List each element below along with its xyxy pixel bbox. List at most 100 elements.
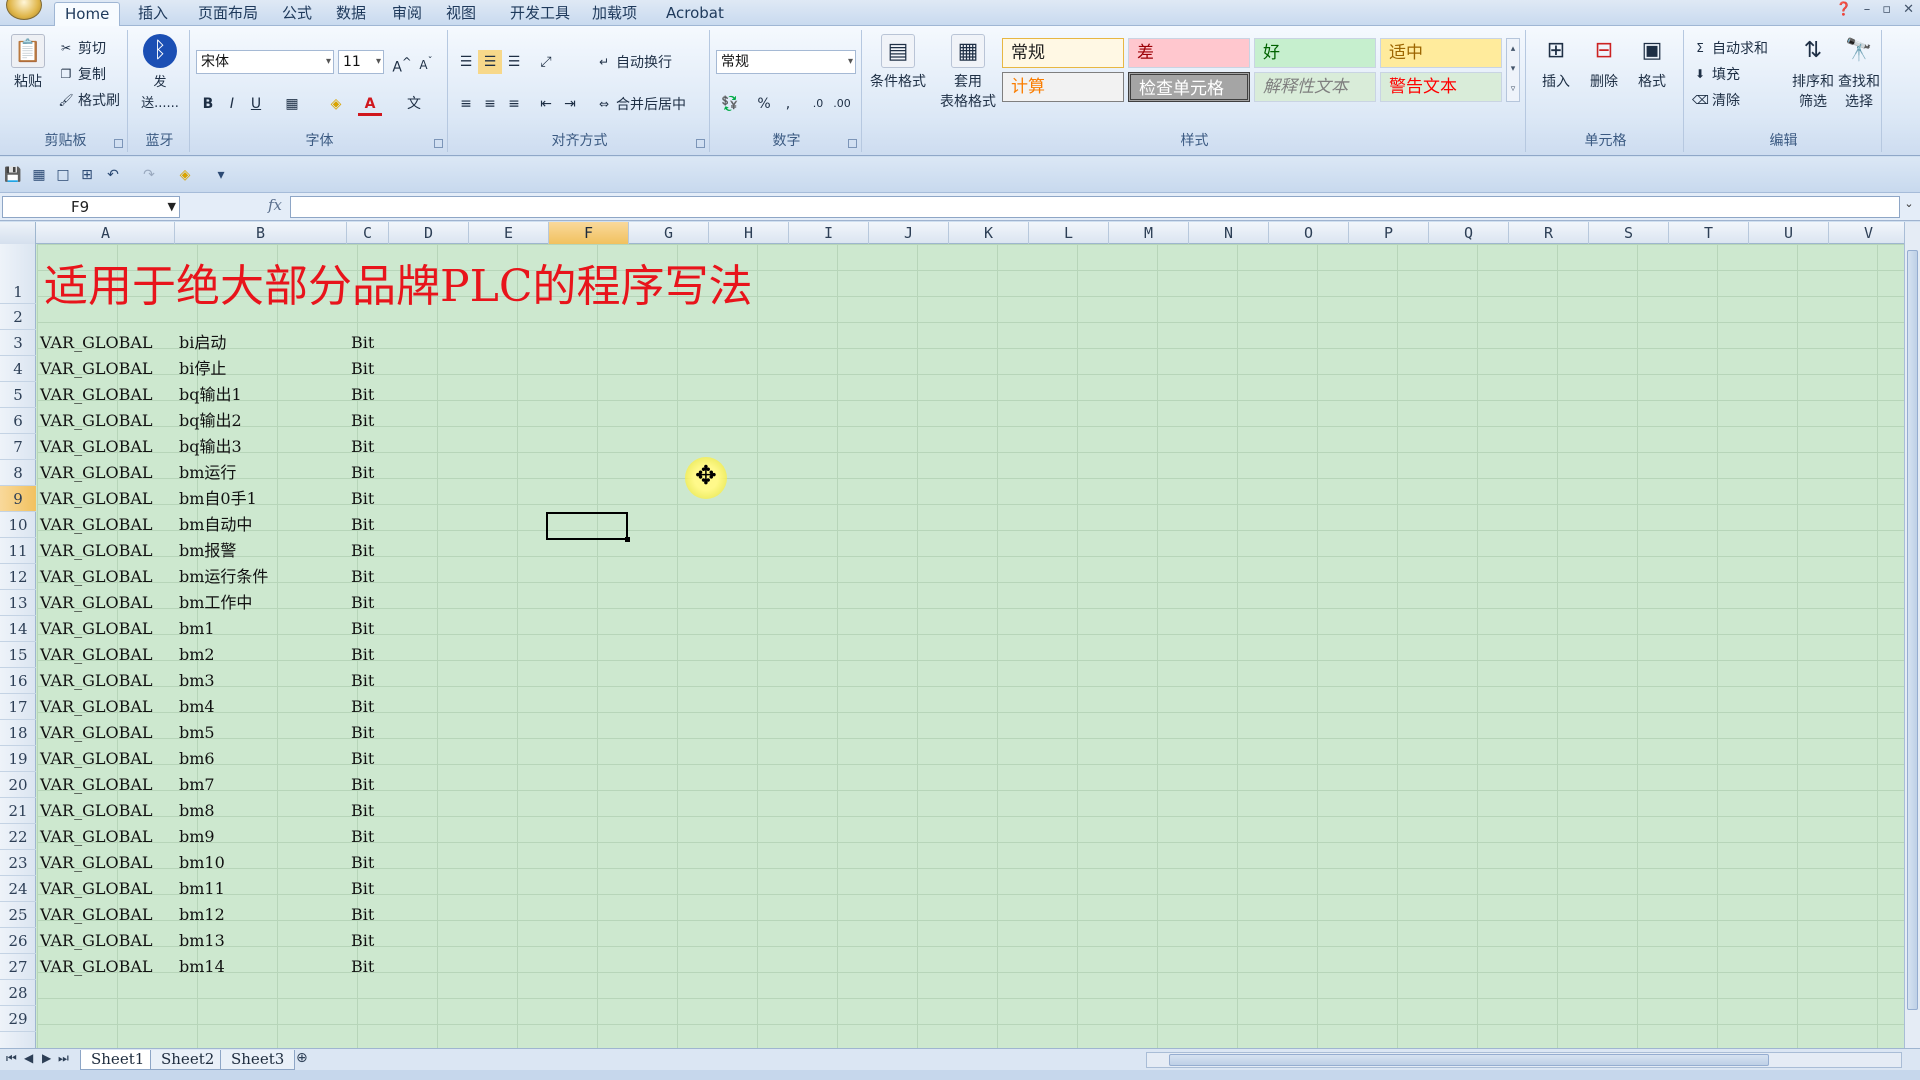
decrease-decimal-icon[interactable]: .00 [830, 92, 854, 116]
cell-b-row-24[interactable]: bm11 [179, 876, 225, 902]
column-header-v[interactable]: V [1829, 222, 1904, 244]
font-color-icon[interactable]: A [358, 92, 382, 116]
phonetic-icon[interactable]: 文 [402, 92, 426, 116]
fill-color-icon[interactable]: ◈ [324, 92, 348, 116]
number-launcher[interactable] [848, 139, 857, 148]
align-right-icon[interactable]: ≡ [502, 92, 526, 116]
cell-b-row-9[interactable]: bm自0手1 [179, 486, 257, 512]
align-center-icon[interactable]: ≡ [478, 92, 502, 116]
style-calculation[interactable]: 计算 [1002, 72, 1124, 102]
cell-b-row-16[interactable]: bm3 [179, 668, 215, 694]
cell-c-row-11[interactable]: Bit [351, 538, 374, 564]
cell-a-row-5[interactable]: VAR_GLOBAL [40, 382, 153, 408]
row-header-23[interactable]: 23 [0, 850, 36, 876]
table-format-button[interactable]: ▦ 套用 表格格式 [932, 34, 1004, 112]
format-cells-button[interactable]: ▣ 格式 [1630, 34, 1674, 92]
cell-area[interactable]: 适用于绝大部分品牌PLC的程序写法 VAR_GLOBAL bi启动 Bit VAR_G… [37, 244, 1904, 1048]
office-button[interactable] [6, 0, 42, 20]
tab-2[interactable]: 页面布局 [188, 2, 268, 26]
font-launcher[interactable] [434, 139, 443, 148]
cell-a-row-23[interactable]: VAR_GLOBAL [40, 850, 153, 876]
align-bottom-icon[interactable]: ☰ [502, 50, 526, 74]
row-header-16[interactable]: 16 [0, 668, 36, 694]
cell-a-row-10[interactable]: VAR_GLOBAL [40, 512, 153, 538]
currency-icon[interactable]: 💱 [718, 92, 742, 116]
row-header-8[interactable]: 8 [0, 460, 36, 486]
cell-b-row-6[interactable]: bq输出2 [179, 408, 242, 434]
cell-b-row-18[interactable]: bm5 [179, 720, 215, 746]
format-painter-button[interactable]: 🖌 格式刷 [58, 88, 120, 112]
column-header-k[interactable]: K [949, 222, 1029, 244]
next-sheet-icon[interactable]: ▶ [42, 1051, 51, 1065]
column-header-s[interactable]: S [1589, 222, 1669, 244]
cell-a-row-17[interactable]: VAR_GLOBAL [40, 694, 153, 720]
cell-b-row-17[interactable]: bm4 [179, 694, 215, 720]
increase-indent-icon[interactable]: ⇥ [558, 92, 582, 116]
active-cell-highlight[interactable] [546, 512, 630, 542]
print-preview-icon[interactable]: ▦ [30, 166, 48, 184]
row-header-11[interactable]: 11 [0, 538, 36, 564]
row-header-14[interactable]: 14 [0, 616, 36, 642]
style-explanatory[interactable]: 解释性文本 [1254, 72, 1376, 102]
cut-button[interactable]: ✂ 剪切 [58, 36, 106, 60]
cell-a-row-8[interactable]: VAR_GLOBAL [40, 460, 153, 486]
cell-c-row-8[interactable]: Bit [351, 460, 374, 486]
align-left-icon[interactable]: ≡ [454, 92, 478, 116]
customize-qat-icon[interactable]: ▾ [212, 166, 230, 184]
select-all-corner[interactable] [0, 222, 36, 244]
row-header-7[interactable]: 7 [0, 434, 36, 460]
cell-c-row-18[interactable]: Bit [351, 720, 374, 746]
cell-c-row-5[interactable]: Bit [351, 382, 374, 408]
cell-c-row-16[interactable]: Bit [351, 668, 374, 694]
shrink-font-button[interactable]: Aˇ [414, 50, 438, 74]
cell-b-row-7[interactable]: bq输出3 [179, 434, 242, 460]
column-header-m[interactable]: M [1109, 222, 1189, 244]
style-gallery-scroll[interactable]: ▴ ▾ ▿ [1506, 38, 1520, 102]
column-header-f[interactable]: F [549, 222, 629, 244]
row-header-17[interactable]: 17 [0, 694, 36, 720]
style-normal[interactable]: 常规 [1002, 38, 1124, 68]
cell-b-row-3[interactable]: bi启动 [179, 330, 226, 356]
cell-c-row-25[interactable]: Bit [351, 902, 374, 928]
cell-b-row-10[interactable]: bm自动中 [179, 512, 252, 538]
cell-a-row-25[interactable]: VAR_GLOBAL [40, 902, 153, 928]
column-header-c[interactable]: C [347, 222, 389, 244]
column-header-a[interactable]: A [37, 222, 175, 244]
column-header-l[interactable]: L [1029, 222, 1109, 244]
delete-cells-button[interactable]: ⊟ 删除 [1582, 34, 1626, 92]
cell-b-row-8[interactable]: bm运行 [179, 460, 236, 486]
cell-a-row-12[interactable]: VAR_GLOBAL [40, 564, 153, 590]
wrap-text-button[interactable]: ↵ 自动换行 [596, 50, 672, 74]
help-icon[interactable]: ❓ [1836, 2, 1852, 17]
tab-5[interactable]: 审阅 [382, 2, 432, 26]
row-header-20[interactable]: 20 [0, 772, 36, 798]
horizontal-scrollbar[interactable] [1146, 1052, 1902, 1068]
cell-c-row-15[interactable]: Bit [351, 642, 374, 668]
cell-c-row-4[interactable]: Bit [351, 356, 374, 382]
cell-a-row-22[interactable]: VAR_GLOBAL [40, 824, 153, 850]
row-header-26[interactable]: 26 [0, 928, 36, 954]
row-header-5[interactable]: 5 [0, 382, 36, 408]
column-header-o[interactable]: O [1269, 222, 1349, 244]
underline-button[interactable]: U [244, 92, 268, 116]
sheet-tab-3[interactable]: Sheet3 [220, 1050, 296, 1070]
restore-icon[interactable]: ▫ [1882, 2, 1891, 17]
tab-3[interactable]: 公式 [272, 2, 322, 26]
increase-decimal-icon[interactable]: .0 [806, 92, 830, 116]
cell-a-row-27[interactable]: VAR_GLOBAL [40, 954, 153, 980]
cell-c-row-26[interactable]: Bit [351, 928, 374, 954]
find-select-button[interactable]: 🔭 查找和 选择 [1836, 34, 1882, 112]
row-header-15[interactable]: 15 [0, 642, 36, 668]
style-good[interactable]: 好 [1254, 38, 1376, 68]
cell-a-row-9[interactable]: VAR_GLOBAL [40, 486, 153, 512]
cell-a-row-15[interactable]: VAR_GLOBAL [40, 642, 153, 668]
cell-c-row-3[interactable]: Bit [351, 330, 374, 356]
cell-a-row-18[interactable]: VAR_GLOBAL [40, 720, 153, 746]
cell-a-row-11[interactable]: VAR_GLOBAL [40, 538, 153, 564]
column-header-t[interactable]: T [1669, 222, 1749, 244]
tab-8[interactable]: 加载项 [582, 2, 647, 26]
bluetooth-send-button[interactable]: ᛒ 发送...... [138, 34, 182, 114]
row-header-13[interactable]: 13 [0, 590, 36, 616]
tab-0[interactable]: Home [54, 2, 121, 26]
column-header-u[interactable]: U [1749, 222, 1829, 244]
